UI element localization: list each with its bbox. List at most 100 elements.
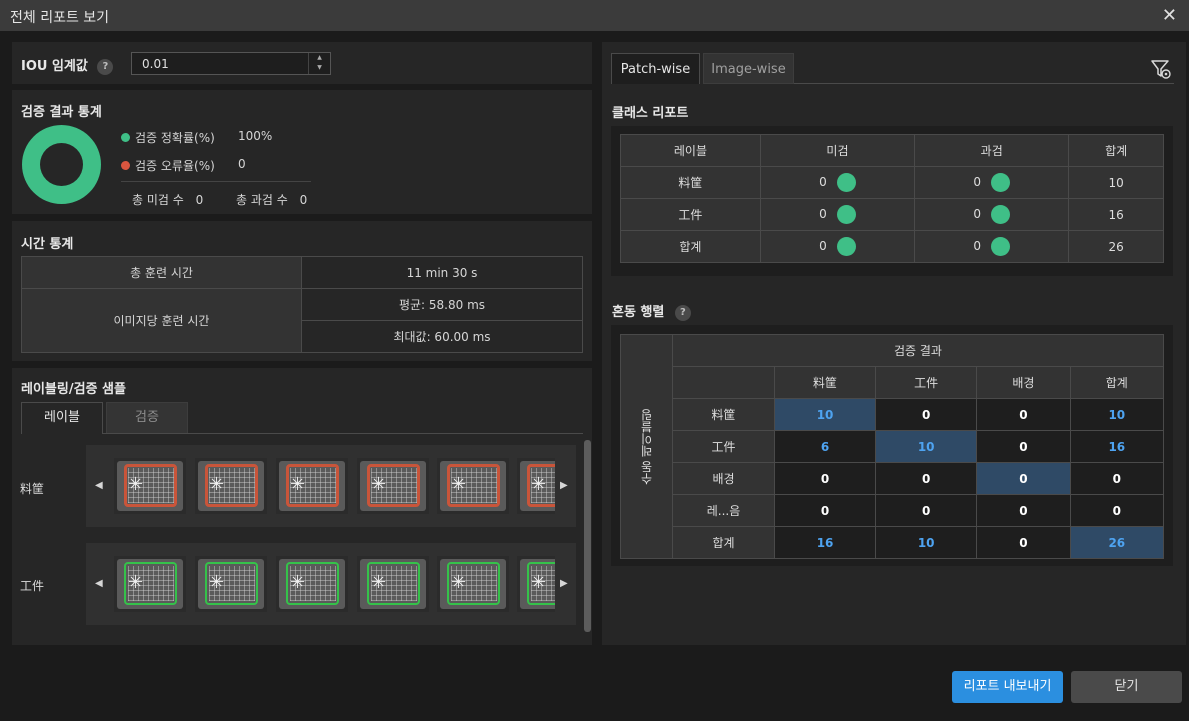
class-row-label: 工件	[620, 198, 761, 231]
accuracy-dot	[121, 133, 130, 142]
top-header: 검증 결과	[672, 334, 1164, 367]
samples-scrollbar[interactable]	[584, 440, 591, 632]
tab-patch-wise[interactable]: Patch-wise	[611, 53, 700, 84]
cm-col-header: 料筐	[773, 366, 877, 399]
cm-cell: 26	[1069, 526, 1165, 559]
next-arrow-icon[interactable]: ▶	[560, 578, 568, 589]
sample-thumbnail[interactable]: ✳	[195, 556, 267, 612]
prev-arrow-icon[interactable]: ◀	[95, 578, 103, 589]
sample-thumbnail[interactable]: ✳	[276, 556, 348, 612]
help-icon[interactable]: ?	[97, 58, 114, 75]
sample-thumbnail[interactable]: ✳	[517, 458, 555, 514]
cm-cell: 0	[976, 494, 1071, 527]
error-dot	[121, 161, 130, 170]
cm-cell: 0	[976, 430, 1071, 463]
cm-col-header: 배경	[976, 366, 1071, 399]
miss-count: 0	[819, 175, 827, 189]
cm-row-label: 배경	[672, 462, 775, 495]
total-count: 26	[1068, 230, 1164, 263]
tab-image-wise[interactable]: Image-wise	[703, 53, 794, 84]
cm-row-label: 레...음	[672, 494, 775, 527]
class-row-label: 합계	[620, 230, 761, 263]
status-dot	[991, 205, 1011, 224]
sample-row-label-basket: 料筐	[20, 482, 45, 496]
over-count: 0	[973, 207, 982, 221]
sample-row-basket: ◀ ✳ ✳ ✳ ✳ ✳ ✳ ▶	[86, 445, 576, 527]
error-value: 0	[238, 157, 246, 171]
sample-thumbnail[interactable]: ✳	[114, 556, 186, 612]
cm-col-header: 합계	[1069, 366, 1165, 399]
title-bar: 전체 리포트 보기 ✕	[0, 0, 1189, 31]
sample-thumbnail[interactable]: ✳	[517, 556, 555, 612]
close-icon[interactable]: ✕	[1162, 5, 1177, 26]
cm-cell: 0	[976, 398, 1071, 431]
cm-cell: 16	[1069, 430, 1165, 463]
sample-thumbnail[interactable]: ✳	[114, 458, 186, 514]
confusion-title-wrap: 혼동 행렬 ?	[612, 301, 691, 321]
table-row: 工件 6 10 0 16	[621, 430, 1165, 463]
accuracy-label: 검증 정확률(%)	[135, 131, 215, 145]
export-report-button[interactable]: 리포트 내보내기	[952, 671, 1063, 703]
spin-up-icon[interactable]: ▲	[309, 53, 330, 63]
cm-cell: 0	[1069, 462, 1165, 495]
cm-col-header: 工件	[875, 366, 978, 399]
prev-arrow-icon[interactable]: ◀	[95, 480, 103, 491]
cm-cell: 0	[976, 462, 1071, 495]
sample-thumbnail[interactable]: ✳	[276, 458, 348, 514]
miss-count: 총 미검 수 0	[132, 191, 203, 208]
table-row: 料筐 0 0 10	[620, 166, 1164, 199]
sample-thumbnail[interactable]: ✳	[357, 556, 429, 612]
accuracy-value: 100%	[238, 129, 273, 143]
class-header-total: 합계	[1068, 134, 1164, 167]
cm-cell: 0	[875, 494, 978, 527]
spin-buttons[interactable]: ▲ ▼	[308, 53, 330, 74]
miss-count: 0	[819, 239, 827, 253]
error-legend: 검증 오류율(%)	[121, 157, 215, 174]
cm-cell: 0	[976, 526, 1071, 559]
help-icon[interactable]: ?	[674, 304, 691, 321]
class-row-label: 料筐	[620, 166, 761, 199]
sample-row-label-workpiece: 工件	[20, 579, 45, 593]
side-header: 수동 레이블링	[640, 408, 654, 485]
spin-down-icon[interactable]: ▼	[309, 63, 330, 73]
cm-row-label: 工件	[672, 430, 775, 463]
max-time-value: 최대값: 60.00 ms	[301, 320, 583, 353]
over-label: 총 과검 수	[236, 193, 288, 207]
next-arrow-icon[interactable]: ▶	[560, 480, 568, 491]
table-row: 料筐 10 0 0 10	[621, 398, 1165, 431]
table-row: 합계 16 10 0 26	[621, 526, 1165, 559]
avg-time-value: 평균: 58.80 ms	[301, 288, 583, 321]
class-report-table: 레이블 미검 과검 합계 料筐 0 0 10 工件 0 0 16 합계 0 0 …	[620, 134, 1164, 263]
accuracy-legend: 검증 정확률(%)	[121, 129, 215, 146]
tab-label[interactable]: 레이블	[21, 402, 103, 434]
cm-cell: 10	[1069, 398, 1165, 431]
iou-label: IOU 임계값	[21, 59, 88, 74]
iou-threshold-input[interactable]: 0.01 ▲ ▼	[131, 52, 331, 75]
iou-value: 0.01	[142, 57, 169, 71]
sample-thumbnail[interactable]: ✳	[195, 458, 267, 514]
cm-cell: 0	[875, 398, 978, 431]
sample-thumbnail[interactable]: ✳	[437, 556, 509, 612]
cm-cell: 0	[773, 494, 877, 527]
status-dot	[836, 237, 856, 256]
sample-thumbnail[interactable]: ✳	[437, 458, 509, 514]
tab-verify[interactable]: 검증	[106, 402, 188, 434]
total-time-value: 11 min 30 s	[301, 256, 583, 289]
cm-cell: 16	[773, 526, 877, 559]
close-button[interactable]: 닫기	[1071, 671, 1182, 703]
sample-thumbnail[interactable]: ✳	[357, 458, 429, 514]
tab-underline	[103, 433, 583, 434]
over-count: 총 과검 수 0	[236, 191, 307, 208]
legend-divider	[121, 181, 311, 182]
status-dot	[991, 173, 1011, 192]
over-count: 0	[973, 175, 982, 189]
miss-count: 0	[819, 207, 827, 221]
cm-cell: 10	[773, 398, 877, 431]
cm-cell: 6	[773, 430, 877, 463]
class-report-title: 클래스 리포트	[612, 106, 689, 121]
total-time-label: 총 훈련 시간	[21, 256, 302, 289]
table-row: 工件 0 0 16	[620, 198, 1164, 231]
cm-cell: 0	[875, 462, 978, 495]
time-stats-table: 총 훈련 시간 11 min 30 s 이미지당 훈련 시간 평균: 58.80…	[21, 256, 583, 353]
filter-settings-icon[interactable]	[1150, 58, 1172, 80]
